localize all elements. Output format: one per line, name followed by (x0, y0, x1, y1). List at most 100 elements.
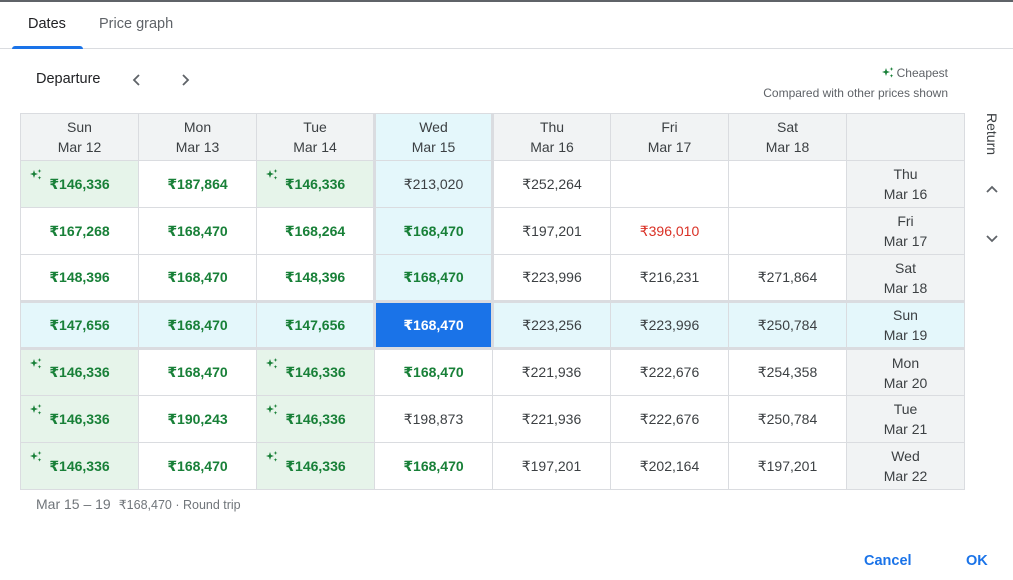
price-cell[interactable]: ₹146,336 (20, 442, 139, 490)
price-cell[interactable]: ₹146,336 (20, 160, 139, 208)
price-value: ₹168,470 (403, 316, 464, 333)
price-cell[interactable]: ₹222,676 (610, 395, 729, 443)
price-grid: Sun Mar 12 Mon Mar 13 Tue Mar 14 Wed Mar 15 Thu M… (20, 113, 965, 490)
price-cell[interactable]: ₹147,656 (256, 300, 375, 350)
price-cell[interactable]: ₹252,264 (492, 160, 611, 208)
price-cell[interactable]: ₹168,470 (138, 348, 257, 396)
summary-price: ₹168,470 · Round trip (118, 498, 241, 512)
header-date: Mar 15 (411, 139, 456, 155)
price-cell[interactable]: ₹250,784 (728, 300, 847, 350)
price-cell[interactable]: ₹197,201 (728, 442, 847, 490)
departure-next-button[interactable] (173, 68, 197, 92)
sparkle-icon (266, 168, 278, 180)
price-cell[interactable]: ₹168,470 (138, 300, 257, 350)
price-cell[interactable]: ₹148,396 (20, 254, 139, 302)
return-prev-button[interactable] (980, 178, 1004, 202)
departure-date-header: Wed Mar 15 (373, 113, 494, 161)
departure-date-header: Thu Mar 16 (492, 113, 611, 161)
sparkle-icon (266, 450, 278, 462)
header-date: Mar 13 (175, 139, 220, 155)
price-cell[interactable]: ₹202,164 (610, 442, 729, 490)
price-cell[interactable]: ₹198,873 (374, 395, 493, 443)
price-cell[interactable]: ₹213,020 (373, 160, 494, 208)
header-date: Mar 12 (57, 139, 102, 155)
tab-dates[interactable]: Dates (28, 2, 66, 48)
price-cell[interactable]: ₹168,470 (138, 207, 257, 255)
price-value: ₹254,358 (757, 364, 818, 380)
price-value: ₹146,336 (285, 410, 346, 427)
cheapest-note: Compared with other prices shown (763, 86, 948, 100)
header-date: Mar 14 (293, 139, 337, 155)
price-cell[interactable]: ₹148,396 (256, 254, 375, 302)
price-cell[interactable]: ₹146,336 (20, 348, 139, 396)
price-value: ₹148,396 (284, 269, 346, 285)
price-cell[interactable]: ₹146,336 (256, 395, 375, 443)
price-value: ₹168,470 (167, 269, 228, 285)
price-cell[interactable]: ₹187,864 (138, 160, 257, 208)
ok-button[interactable]: OK (966, 553, 988, 569)
price-cell[interactable]: ₹168,264 (256, 207, 375, 255)
chevron-left-icon (132, 74, 140, 86)
header-day: Thu (539, 119, 565, 135)
sparkle-icon (30, 168, 42, 180)
price-value: ₹168,470 (167, 457, 228, 474)
price-value: ₹168,470 (167, 222, 228, 239)
row-day: Mon (891, 354, 920, 371)
return-date-header: Sun Mar 19 (846, 300, 965, 350)
price-cell[interactable] (610, 160, 729, 208)
return-next-button[interactable] (980, 226, 1004, 250)
chevron-right-icon (182, 74, 190, 86)
departure-prev-button[interactable] (125, 68, 149, 92)
price-cell[interactable]: ₹221,936 (492, 395, 611, 443)
price-cell[interactable]: ₹168,470 (374, 348, 493, 396)
price-cell[interactable] (728, 160, 847, 208)
price-cell[interactable]: ₹223,256 (492, 300, 611, 350)
price-cell[interactable] (728, 207, 847, 255)
departure-date-header: Mon Mar 13 (138, 113, 257, 161)
header-date: Mar 16 (530, 139, 574, 155)
price-cell[interactable]: ₹147,656 (20, 300, 139, 350)
price-cell[interactable]: ₹146,336 (256, 348, 375, 396)
price-cell[interactable]: ₹221,936 (492, 348, 611, 396)
price-cell[interactable]: ₹396,010 (610, 207, 729, 255)
price-cell[interactable]: ₹190,243 (138, 395, 257, 443)
price-cell[interactable]: ₹168,470 (373, 207, 494, 255)
price-cell[interactable]: ₹197,201 (492, 442, 611, 490)
price-cell[interactable]: ₹216,231 (610, 254, 729, 302)
price-cell[interactable]: ₹223,996 (610, 300, 729, 350)
header-date: Mar 18 (765, 139, 810, 155)
cancel-button[interactable]: Cancel (864, 553, 912, 569)
table-row: ₹146,336 ₹168,470 ₹146,336 ₹168,470 ₹197,201… (20, 442, 965, 490)
price-cell[interactable]: ₹146,336 (256, 442, 375, 490)
price-value: ₹202,164 (639, 457, 700, 474)
price-cell[interactable]: ₹222,676 (610, 348, 729, 396)
selected-price-cell[interactable]: ₹168,470 (373, 300, 494, 350)
price-cell[interactable]: ₹168,470 (374, 442, 493, 490)
price-cell[interactable]: ₹197,201 (492, 207, 611, 255)
price-cell[interactable]: ₹223,996 (492, 254, 611, 302)
price-value: ₹146,336 (284, 175, 346, 192)
price-value: ₹222,676 (639, 364, 700, 380)
price-value: ₹197,201 (521, 457, 582, 474)
price-value: ₹190,243 (167, 410, 228, 427)
header-day: Tue (303, 119, 327, 135)
price-cell[interactable]: ₹168,470 (373, 254, 494, 302)
price-cell[interactable]: ₹254,358 (728, 348, 847, 396)
tab-price-graph[interactable]: Price graph (99, 2, 173, 48)
price-cell[interactable]: ₹168,470 (138, 442, 257, 490)
price-cell[interactable]: ₹168,470 (138, 254, 257, 302)
cheapest-label: Cheapest (896, 66, 948, 80)
price-cell[interactable]: ₹167,268 (20, 207, 139, 255)
departure-header-row: Sun Mar 12 Mon Mar 13 Tue Mar 14 Wed Mar 15 Thu M… (20, 113, 965, 161)
price-cell[interactable]: ₹250,784 (728, 395, 847, 443)
price-cell[interactable]: ₹271,864 (728, 254, 847, 302)
sparkle-icon (266, 357, 278, 369)
header-day: Sun (67, 119, 92, 135)
price-cell[interactable]: ₹146,336 (20, 395, 139, 443)
header-day: Fri (661, 119, 678, 135)
price-value: ₹168,470 (167, 316, 228, 333)
return-label: Return (984, 113, 1000, 156)
price-value: ₹396,010 (639, 222, 700, 239)
price-cell[interactable]: ₹146,336 (256, 160, 375, 208)
price-value: ₹187,864 (167, 175, 228, 192)
